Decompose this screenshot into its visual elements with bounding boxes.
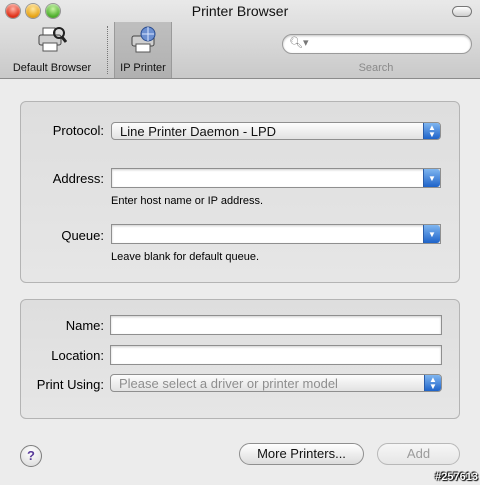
tab-label: IP Printer [120,62,166,74]
address-label: Address: [52,171,104,186]
toolbar: Printer Browser Default Browser IP Print… [0,0,480,79]
toolbar-toggle-button[interactable] [452,6,472,17]
printer-search-icon [38,27,67,52]
help-button[interactable]: ? [20,445,42,467]
printer-globe-icon [131,26,156,53]
add-button[interactable]: Add [377,443,460,465]
popup-arrows-icon: ▲ ▼ [424,375,441,391]
printer-browser-window: Printer Browser Default Browser IP Print… [0,0,480,485]
toolbar-separator [107,26,108,74]
print-using-label: Print Using: [36,377,104,392]
tab-default-browser[interactable]: Default Browser [4,22,100,78]
tab-ip-printer[interactable]: IP Printer [114,22,172,78]
address-hint: Enter host name or IP address. [111,195,264,207]
queue-label: Queue: [61,228,104,243]
tab-label: Default Browser [12,62,92,74]
queue-combobox[interactable]: ▼ [111,224,441,244]
window-title: Printer Browser [191,3,289,19]
more-printers-button[interactable]: More Printers... [239,443,364,465]
protocol-label: Protocol: [52,123,104,138]
queue-hint: Leave blank for default queue. [111,251,260,263]
search-field[interactable]: 🔍︎▾ [282,34,472,54]
search-label: Search [358,62,394,74]
watermark: #257613 [435,471,478,483]
protocol-value: Line Printer Daemon - LPD [120,124,277,139]
location-label: Location: [51,348,104,363]
chevron-down-icon[interactable]: ▼ [423,225,440,243]
name-field[interactable] [110,315,442,335]
popup-arrows-icon: ▲ ▼ [423,123,440,139]
chevron-down-icon[interactable]: ▼ [423,169,440,187]
search-icon: 🔍︎▾ [289,37,309,49]
print-using-popup[interactable]: Please select a driver or printer model … [110,374,442,392]
name-label: Name: [65,318,104,333]
location-field[interactable] [110,345,442,365]
print-using-value: Please select a driver or printer model [119,376,338,391]
address-combobox[interactable]: ▼ [111,168,441,188]
protocol-popup[interactable]: Line Printer Daemon - LPD ▲ ▼ [111,122,441,140]
